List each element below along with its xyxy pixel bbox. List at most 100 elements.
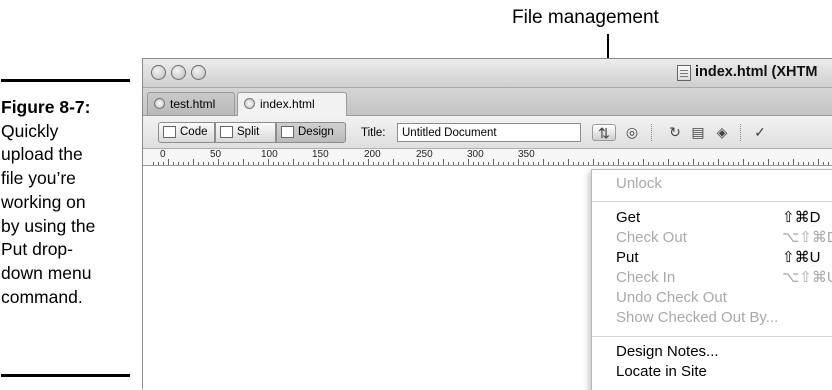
file-management-menu: Unlock Get ⇧⌘D Check Out ⌥⇧⌘D Put ⇧⌘U Ch… — [591, 169, 832, 390]
ruler-tick — [188, 162, 189, 165]
ruler-tick — [263, 162, 264, 165]
ruler-tick — [563, 162, 564, 165]
menu-item-check-out[interactable]: Check Out ⌥⇧⌘D — [616, 228, 832, 248]
ruler-tick — [198, 162, 199, 165]
ruler-tick — [788, 162, 789, 165]
ruler-tick — [738, 162, 739, 165]
tab-test-html[interactable]: test.html — [147, 92, 235, 115]
ruler-tick — [723, 162, 724, 165]
ruler-tick — [328, 162, 329, 165]
zoom-window-icon[interactable] — [191, 65, 206, 80]
menu-item-undo-check-out[interactable]: Undo Check Out — [616, 288, 832, 308]
ruler-tick — [533, 162, 534, 165]
ruler-tick — [683, 162, 684, 165]
ruler-tick — [178, 162, 179, 165]
ruler-tick — [223, 162, 224, 165]
caption-line: command. — [1, 286, 83, 307]
ruler-tick — [433, 162, 434, 165]
menu-item-put[interactable]: Put ⇧⌘U — [616, 248, 832, 268]
ruler-tick — [638, 162, 639, 165]
ruler-tick — [253, 162, 254, 165]
ruler-tick — [423, 162, 424, 165]
view-options-icon[interactable]: ▤ — [689, 124, 707, 141]
ruler-tick — [543, 159, 544, 165]
close-window-icon[interactable] — [151, 65, 166, 80]
caption-line: down menu — [1, 262, 92, 283]
menu-item-get[interactable]: Get ⇧⌘D — [616, 208, 832, 228]
ruler-tick — [308, 162, 309, 165]
caption-line: upload the — [1, 144, 83, 165]
ruler-tick — [343, 159, 344, 165]
ruler-tick — [458, 162, 459, 165]
refresh-icon[interactable]: ↻ — [666, 124, 684, 141]
visual-aids-icon[interactable]: ◈ — [713, 124, 731, 141]
design-view-label: Design — [298, 126, 334, 138]
ruler-tick — [718, 159, 719, 165]
ruler-tick — [443, 159, 444, 165]
ruler-tick — [213, 162, 214, 165]
ruler-tick — [553, 162, 554, 165]
title-bar[interactable]: index.html (XHTM — [143, 59, 832, 88]
ruler-tick — [623, 162, 624, 165]
design-view-button[interactable]: Design — [276, 122, 346, 143]
document-tab-bar: test.html index.html — [143, 88, 832, 116]
ruler-tick — [228, 162, 229, 165]
ruler-tick — [373, 162, 374, 165]
ruler-tick — [778, 162, 779, 165]
ruler-tick — [508, 162, 509, 165]
ruler-tick — [278, 162, 279, 165]
toolbar-separator — [651, 124, 653, 141]
ruler-tick — [698, 162, 699, 165]
ruler-tick — [428, 162, 429, 165]
menu-item-unlock[interactable]: Unlock — [616, 174, 832, 194]
tab-label: index.html — [260, 97, 315, 111]
preview-browser-icon[interactable]: ◎ — [623, 124, 641, 141]
ruler-tick — [338, 162, 339, 165]
ruler-tick — [463, 162, 464, 165]
menu-item-design-notes[interactable]: Design Notes... — [616, 342, 832, 362]
menu-item-locate-in-site[interactable]: Locate in Site — [616, 362, 832, 382]
ruler-tick — [728, 162, 729, 165]
ruler-tick — [763, 162, 764, 165]
horizontal-ruler: 0 50 100 150 200 250 300 350 — [143, 149, 832, 166]
minimize-window-icon[interactable] — [171, 65, 186, 80]
html-file-icon — [244, 98, 255, 109]
ruler-tick — [768, 159, 769, 165]
tab-index-html[interactable]: index.html — [237, 92, 347, 116]
ruler-tick — [318, 159, 319, 165]
ruler-tick — [668, 159, 669, 165]
ruler-tick — [798, 162, 799, 165]
document-toolbar: Code Split Design Title: ⇅ ◎ ↻ ▤ ◈ ✓ — [143, 116, 832, 149]
ruler-tick — [703, 162, 704, 165]
menu-item-check-in[interactable]: Check In ⌥⇧⌘U — [616, 268, 832, 288]
menu-item-label: Show Checked Out By... — [616, 309, 779, 326]
ruler-tick — [548, 162, 549, 165]
menu-item-label: Get — [616, 209, 641, 226]
ruler-tick — [678, 162, 679, 165]
document-title-input[interactable] — [397, 123, 581, 142]
ruler-tick — [293, 159, 294, 165]
ruler-tick — [823, 162, 824, 165]
caption-line: Quickly — [1, 120, 59, 141]
callout-label: File management — [512, 7, 659, 28]
ruler-tick — [603, 162, 604, 165]
ruler-tick — [598, 162, 599, 165]
validate-markup-icon[interactable]: ✓ — [751, 124, 769, 141]
caption-line: working on — [1, 191, 86, 212]
ruler-tick — [183, 162, 184, 165]
ruler-tick — [608, 162, 609, 165]
ruler-tick — [593, 159, 594, 165]
menu-item-show-checked-out-by[interactable]: Show Checked Out By... — [616, 308, 832, 328]
ruler-tick — [383, 162, 384, 165]
menu-item-label: Put — [616, 249, 639, 266]
ruler-tick — [673, 162, 674, 165]
ruler-tick — [473, 162, 474, 165]
ruler-tick — [578, 162, 579, 165]
ruler-tick — [408, 162, 409, 165]
file-management-icon[interactable]: ⇅ — [592, 124, 616, 141]
split-view-button[interactable]: Split — [215, 122, 276, 143]
ruler-tick — [468, 159, 469, 165]
menu-item-label: Check Out — [616, 229, 687, 246]
code-view-button[interactable]: Code — [158, 122, 215, 143]
ruler-tick — [793, 159, 794, 165]
